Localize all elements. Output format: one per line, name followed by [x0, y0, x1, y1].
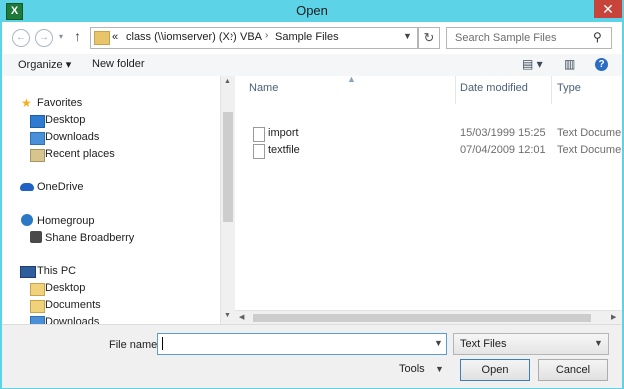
- file-name[interactable]: textfile: [268, 144, 300, 156]
- column-divider[interactable]: [551, 76, 552, 104]
- column-divider[interactable]: [455, 76, 456, 104]
- nav-clip: Downloads: [2, 312, 220, 324]
- file-list-horizontal-scrollbar[interactable]: ◀ ▶: [235, 310, 622, 325]
- nav-onedrive[interactable]: OneDrive: [37, 181, 83, 193]
- scrollbar-thumb[interactable]: [223, 112, 233, 222]
- command-bar: Organize ▾ New folder ▤ ▾ ▥ ?: [2, 54, 622, 77]
- search-icon[interactable]: ⚲: [593, 30, 602, 44]
- file-date: 15/03/1999 15:25: [460, 127, 546, 139]
- forward-button[interactable]: →: [35, 29, 53, 47]
- scroll-left-arrow-icon[interactable]: ◀: [239, 313, 244, 321]
- search-placeholder[interactable]: Search Sample Files: [455, 32, 557, 44]
- chevron-down-icon[interactable]: ▼: [435, 364, 444, 374]
- nav-homegroup-user[interactable]: Shane Broadberry: [45, 232, 134, 244]
- homegroup-icon: [21, 214, 33, 226]
- recent-places-icon: [30, 149, 45, 162]
- file-date: 07/04/2009 12:01: [460, 144, 546, 156]
- address-overflow[interactable]: «: [112, 31, 118, 43]
- dialog-body: ← → ▾ ↑ « class (\\iomserver) (X:) › VBA…: [2, 22, 622, 388]
- title-bar: X Open ✕: [0, 0, 624, 22]
- desktop-icon: [30, 115, 45, 128]
- navigation-pane: ★ Favorites Desktop Downloads Recent pla…: [2, 76, 221, 324]
- organize-button[interactable]: Organize ▾: [18, 58, 71, 71]
- file-type: Text Document: [557, 144, 622, 156]
- chevron-down-icon[interactable]: ▼: [434, 338, 443, 348]
- chevron-down-icon[interactable]: ▼: [403, 31, 412, 41]
- refresh-button[interactable]: ↻: [418, 27, 440, 49]
- search-box[interactable]: Search Sample Files ⚲: [446, 27, 612, 49]
- downloads-icon: [30, 132, 45, 145]
- favorites-star-icon: ★: [21, 96, 32, 110]
- file-row[interactable]: textfile 07/04/2009 12:01 Text Document: [235, 143, 622, 160]
- computer-icon: [20, 266, 36, 278]
- file-row[interactable]: import 15/03/1999 15:25 Text Document: [235, 126, 622, 143]
- desktop-folder-icon: [30, 283, 45, 296]
- cancel-button[interactable]: Cancel: [538, 359, 608, 381]
- views-icon[interactable]: ▤ ▾: [522, 57, 543, 71]
- file-type-value[interactable]: Text Files: [460, 338, 506, 350]
- scroll-up-arrow-icon[interactable]: ▲: [224, 78, 231, 85]
- breadcrumb-vba[interactable]: VBA: [240, 31, 262, 43]
- file-type-select[interactable]: Text Files ▼: [453, 333, 609, 355]
- nav-pc-documents[interactable]: Documents: [45, 299, 101, 311]
- breadcrumb-separator[interactable]: ›: [265, 30, 268, 41]
- folder-icon: [94, 31, 110, 45]
- sort-ascending-icon: ▲: [347, 74, 356, 84]
- text-file-icon: [253, 127, 265, 142]
- nav-favorites[interactable]: Favorites: [37, 97, 82, 109]
- user-avatar-icon: [30, 231, 42, 243]
- file-name-input[interactable]: ▼: [157, 333, 447, 355]
- downloads-folder-icon: [30, 316, 45, 324]
- close-button[interactable]: ✕: [594, 0, 622, 18]
- dialog-footer: File name: ▼ Text Files ▼ Tools ▼ Open C…: [2, 324, 622, 388]
- recent-locations-dropdown[interactable]: ▾: [59, 32, 63, 41]
- breadcrumb-drive[interactable]: class (\\iomserver) (X:): [126, 31, 237, 43]
- nav-this-pc[interactable]: This PC: [37, 265, 76, 277]
- window-title: Open: [296, 3, 328, 18]
- breadcrumb-separator[interactable]: ›: [230, 30, 233, 41]
- nav-favorites-desktop[interactable]: Desktop: [45, 114, 85, 126]
- tools-button[interactable]: Tools: [399, 363, 425, 375]
- address-bar[interactable]: « class (\\iomserver) (X:) › VBA › Sampl…: [90, 27, 418, 49]
- navigation-bar: ← → ▾ ↑ « class (\\iomserver) (X:) › VBA…: [2, 22, 622, 54]
- up-one-level-button[interactable]: ↑: [74, 28, 81, 44]
- column-date-modified[interactable]: Date modified: [460, 82, 528, 94]
- open-button[interactable]: Open: [460, 359, 530, 381]
- nav-pc-downloads[interactable]: Downloads: [45, 316, 99, 324]
- column-header-row: Name ▲ Date modified Type: [235, 74, 622, 104]
- nav-homegroup[interactable]: Homegroup: [37, 215, 94, 227]
- nav-favorites-recent-places[interactable]: Recent places: [45, 148, 115, 160]
- help-icon[interactable]: ?: [595, 58, 608, 71]
- chevron-down-icon[interactable]: ▼: [594, 338, 603, 348]
- scrollbar-thumb[interactable]: [253, 314, 591, 322]
- nav-favorites-downloads[interactable]: Downloads: [45, 131, 99, 143]
- column-type[interactable]: Type: [557, 82, 581, 94]
- text-caret: [162, 337, 163, 350]
- back-button[interactable]: ←: [12, 29, 30, 47]
- onedrive-cloud-icon: [20, 183, 34, 191]
- nav-pc-desktop[interactable]: Desktop: [45, 282, 85, 294]
- file-list: Name ▲ Date modified Type import 15/03/1…: [235, 74, 622, 324]
- preview-pane-icon[interactable]: ▥: [564, 57, 575, 71]
- file-name[interactable]: import: [268, 127, 299, 139]
- breadcrumb-sample-files[interactable]: Sample Files: [275, 31, 339, 43]
- text-file-icon: [253, 144, 265, 159]
- scroll-right-arrow-icon[interactable]: ▶: [611, 313, 616, 321]
- file-type: Text Document: [557, 127, 622, 139]
- file-name-label: File name:: [109, 339, 161, 351]
- navigation-pane-scrollbar[interactable]: ▲ ▼: [220, 76, 235, 324]
- column-name[interactable]: Name: [249, 82, 278, 94]
- scroll-down-arrow-icon[interactable]: ▼: [224, 312, 231, 319]
- new-folder-button[interactable]: New folder: [92, 58, 145, 70]
